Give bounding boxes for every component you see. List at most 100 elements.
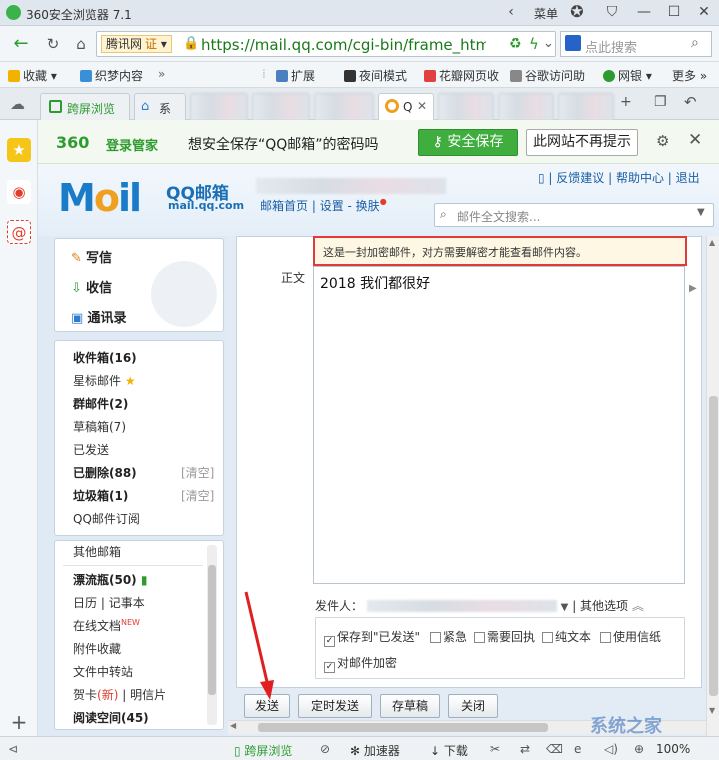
folder-group[interactable]: 群邮件(2) [73,395,128,412]
notes-link[interactable]: 记事本 [109,596,145,610]
checkbox[interactable] [474,632,485,643]
ie-mode-icon[interactable]: e [574,742,581,756]
checkbox[interactable] [430,632,441,643]
tab-cross-screen[interactable]: 跨屏浏览 [40,93,130,120]
clean-icon[interactable]: ⌫ [546,742,563,756]
secure-save-button[interactable]: ⚷ 安全保存 [418,129,518,156]
phone-icon[interactable]: ▯ [538,171,545,185]
checkbox[interactable] [600,632,611,643]
link-logout[interactable]: 退出 [676,171,700,185]
other-mailboxes[interactable]: 其他邮箱 [73,543,121,560]
screenshot-icon[interactable]: ✂ [490,742,500,756]
online-docs[interactable]: 在线文档NEW [73,617,140,634]
link-feedback[interactable]: 反馈建议 [556,171,604,185]
option-urgent[interactable]: 紧急 [430,628,467,645]
bookmark-huaban[interactable]: 花瓣网页收 [424,67,499,84]
close-tab-icon[interactable]: ✕ [417,99,427,113]
tab-list-icon[interactable]: ❐ [654,94,667,110]
horizontal-scroll-thumb[interactable] [258,723,548,732]
bookmark-night-mode[interactable]: 夜间模式 [344,67,407,84]
calendar-link[interactable]: 日历 [73,596,97,610]
clear-spam-link[interactable]: [清空] [181,487,214,504]
option-encrypt[interactable]: ✓ 对邮件加密 [324,654,397,673]
page-scroll-thumb[interactable] [709,396,718,696]
zoom-icon[interactable]: ⊕ [634,742,644,756]
sender-address-blurred[interactable] [366,600,557,612]
weibo-icon[interactable]: ◉ [7,180,31,204]
menu-button[interactable]: 菜单 [534,5,558,22]
scroll-left-icon[interactable]: ◀ [230,721,236,730]
folder-inbox[interactable]: 收件箱(16) [73,349,137,366]
option-save-sent[interactable]: ✓ 保存到"已发送" [324,628,420,647]
email-at-icon[interactable]: @ [7,220,31,244]
back-button[interactable]: ← [10,33,32,55]
tab-system[interactable]: ⌂ 系 [134,93,186,120]
option-stationery[interactable]: 使用信纸 [600,628,661,645]
never-remind-button[interactable]: 此网站不再提示 [526,129,638,156]
checkbox-checked[interactable]: ✓ [324,662,335,673]
option-plaintext[interactable]: 纯文本 [542,628,591,645]
nav-skin[interactable]: 换肤 [356,199,380,213]
tab-qq-mail[interactable]: Q ✕ [378,93,434,120]
bookmark-extensions[interactable]: 扩展 [276,67,315,84]
tab-blurred[interactable] [558,93,614,120]
contacts-link[interactable]: ▣ 通讯录 [71,307,126,326]
option-receipt[interactable]: 需要回执 [474,628,535,645]
sidebar-toggle-icon[interactable]: ⊲ [8,742,18,756]
drift-bottle[interactable]: 漂流瓶(50) ▮ [73,571,147,588]
scheduled-send-button[interactable]: 定时发送 [298,694,372,718]
translate-icon[interactable]: ⇄ [520,742,530,756]
skin-icon[interactable]: ⛉ [594,0,630,26]
save-draft-button[interactable]: 存草稿 [380,694,440,718]
zoom-level[interactable]: 100% [656,742,690,756]
tab-blurred[interactable] [438,93,494,120]
scroll-up-icon[interactable]: ▲ [709,238,715,247]
search-field[interactable]: 点此搜索 ⌕ [560,31,712,57]
bookmark-favorites[interactable]: 收藏 ▾ [8,67,57,84]
cloud-icon[interactable]: ☁ [10,95,25,113]
medal-icon[interactable]: ✪ [566,0,588,26]
bookmark-google-helper[interactable]: 谷歌访问助 [510,67,585,84]
status-download[interactable]: ↓ 下载 [430,742,468,759]
undo-icon[interactable]: ↶ [684,93,697,111]
url-text[interactable]: https://mail.qq.com/cgi-bin/frame_htm [201,36,486,54]
history-icon[interactable]: ⊘ [320,742,330,756]
nav-scrollbar[interactable] [207,545,217,725]
volume-icon[interactable]: ◁) [604,742,618,756]
tab-blurred[interactable] [314,93,374,120]
url-field[interactable]: 腾讯网证 ▾ 🔒 https://mail.qq.com/cgi-bin/fra… [96,31,556,57]
expand-arrow-icon[interactable]: ▶ [689,283,697,294]
close-window-button[interactable]: ✕ [686,0,719,26]
status-accelerator[interactable]: ✻ 加速器 [350,742,400,759]
mail-search-input[interactable]: ⌕ 邮件全文搜索... ▼ [434,203,714,227]
favorites-star-icon[interactable]: ★ [7,138,31,162]
checkbox-checked[interactable]: ✓ [324,636,335,647]
nav-mail-home[interactable]: 邮箱首页 [260,199,308,213]
folder-drafts[interactable]: 草稿箱(7) [73,418,126,435]
nav-settings[interactable]: 设置 [320,199,344,213]
clear-deleted-link[interactable]: [清空] [181,464,214,481]
lightning-icon[interactable]: ϟ [529,35,539,53]
receive-link[interactable]: ⇩ 收信 [71,277,112,296]
link-help[interactable]: 帮助中心 [616,171,664,185]
double-chevron-up-icon[interactable]: ︽ [632,599,644,613]
checkbox[interactable] [542,632,553,643]
home-button[interactable]: ⌂ [70,33,92,55]
folder-deleted[interactable]: 已删除(88) [73,464,137,481]
search-icon[interactable]: ⌕ [691,35,699,51]
close-icon[interactable]: ✕ [688,130,702,150]
page-vertical-scrollbar[interactable]: ▲ ▼ [706,236,719,736]
tab-blurred[interactable] [252,93,310,120]
other-options-link[interactable]: 其他选项 [580,599,628,613]
status-cross-screen[interactable]: ▯ 跨屏浏览 [234,742,292,759]
gear-icon[interactable]: ⚙ [656,132,669,150]
bookmark-more[interactable]: 更多 » [672,67,707,84]
baidu-icon[interactable] [565,35,581,51]
folder-spam[interactable]: 垃圾箱(1) [73,487,128,504]
postcards-link[interactable]: 明信片 [130,688,166,702]
sync-icon[interactable]: ♻ [509,36,522,52]
folder-starred[interactable]: 星标邮件 ★ [73,372,136,389]
bookmark-dede[interactable]: 织梦内容 [80,67,143,84]
tab-blurred[interactable] [190,93,248,120]
new-tab-icon[interactable]: + [620,94,632,110]
